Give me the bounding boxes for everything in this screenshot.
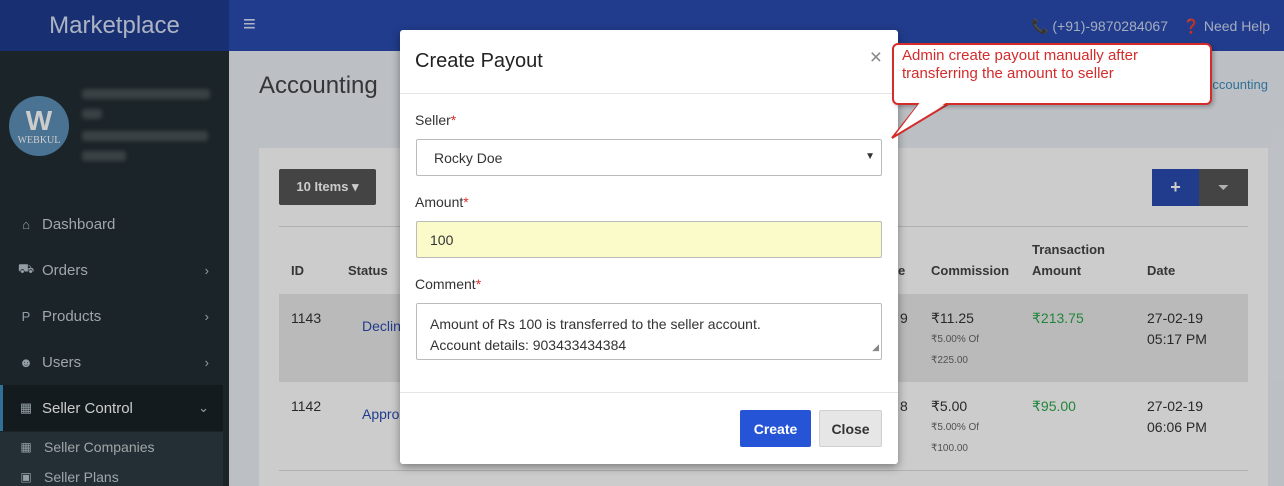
- comment-line: Account details: 903433434384: [430, 337, 627, 353]
- seller-select-value: Rocky Doe: [434, 149, 503, 166]
- comment-label: Comment*: [415, 276, 482, 292]
- create-payout-modal: Create Payout × Seller* Rocky Doe ▼ Amou…: [400, 30, 898, 464]
- callout-line: Admin create payout manually after: [902, 47, 1138, 64]
- callout-line: transferring the amount to seller: [902, 65, 1114, 82]
- seller-select[interactable]: Rocky Doe ▼: [416, 139, 882, 176]
- required-mark: *: [463, 194, 469, 210]
- create-button[interactable]: Create: [740, 410, 811, 447]
- comment-line: Amount of Rs 100 is transferred to the s…: [430, 316, 761, 332]
- close-icon[interactable]: ×: [870, 46, 882, 70]
- required-mark: *: [450, 112, 457, 128]
- chevron-down-icon: ▼: [865, 151, 875, 162]
- amount-input[interactable]: 100: [416, 221, 882, 258]
- modal-footer-divider: [400, 392, 898, 393]
- close-button[interactable]: Close: [819, 410, 882, 447]
- comment-textarea[interactable]: Amount of Rs 100 is transferred to the s…: [416, 303, 882, 360]
- required-mark: *: [475, 276, 482, 292]
- annotation-callout: Admin create payout manually after trans…: [892, 43, 1212, 105]
- amount-label: Amount*: [415, 194, 469, 210]
- resize-handle-icon[interactable]: ◢: [872, 337, 879, 358]
- seller-label: Seller*: [415, 112, 457, 128]
- modal-title: Create Payout: [415, 50, 543, 72]
- modal-header: Create Payout ×: [400, 30, 898, 94]
